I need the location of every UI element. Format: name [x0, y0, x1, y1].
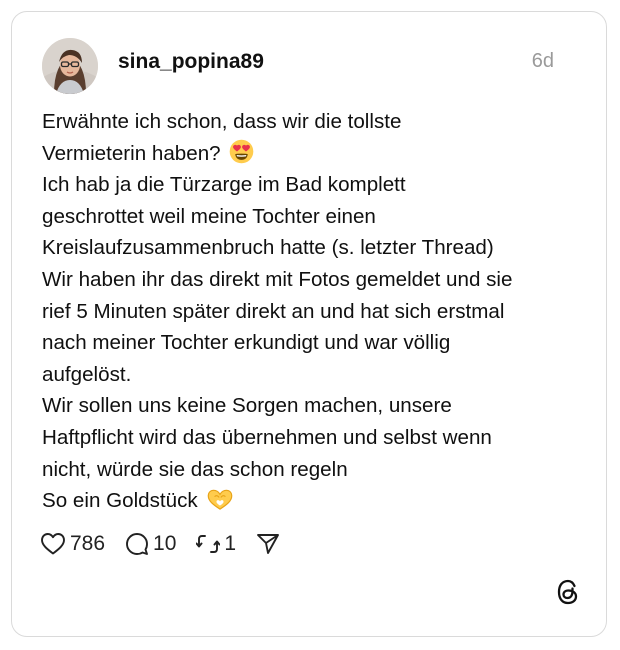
- heart-eyes-emoji: [230, 139, 254, 163]
- post-line: nicht, würde sie das schon regeln: [42, 457, 348, 481]
- avatar-image: [42, 38, 98, 94]
- post-line: Vermieterin haben?: [42, 138, 582, 170]
- post-card: sina_popina89 6d Erwähnte ich schon, das…: [11, 11, 607, 637]
- heart-icon: [41, 533, 65, 555]
- post-line: Ich hab ja die Türzarge im Bad komplett: [42, 173, 406, 197]
- post-line: aufgelöst.: [42, 362, 132, 386]
- comment-icon: [126, 533, 148, 555]
- repost-icon: [196, 535, 221, 553]
- threads-logo-icon: [556, 579, 580, 610]
- post-line: So ein Goldstück: [42, 485, 582, 517]
- post-line: Erwähnte ich schon, dass wir die tollste: [42, 110, 402, 133]
- post-line: Wir sollen uns keine Sorgen machen, unse…: [42, 394, 452, 418]
- post-timestamp: 6d: [531, 50, 554, 72]
- post-text: Erwähnte ich schon, dass wir die tollste…: [42, 106, 582, 517]
- like-count: 786: [70, 532, 106, 555]
- repost-count: 1: [224, 532, 237, 555]
- post-line: nach meiner Tochter erkundigt und war vö…: [42, 331, 451, 355]
- share-icon: [257, 534, 280, 554]
- avatar[interactable]: [42, 38, 98, 94]
- like-button[interactable]: 786: [40, 532, 105, 556]
- post-actions: 786 10 1: [40, 532, 280, 556]
- post-line: geschrottet weil meine Tochter einen: [42, 204, 376, 228]
- post-line: rief 5 Minuten später direkt an und hat …: [42, 299, 505, 323]
- post-line: Wir haben ihr das direkt mit Fotos gemel…: [42, 267, 513, 291]
- post-line: Kreislaufzusammenbruch hatte (s. letzter…: [42, 236, 494, 260]
- reply-button[interactable]: 10: [125, 532, 176, 556]
- post-line: Haftpflicht wird das übernehmen und selb…: [42, 425, 492, 449]
- username[interactable]: sina_popina89: [118, 50, 264, 74]
- heart-hands-emoji: [208, 489, 233, 510]
- share-button[interactable]: [256, 532, 280, 556]
- repost-button[interactable]: 1: [196, 532, 236, 556]
- reply-count: 10: [153, 532, 177, 555]
